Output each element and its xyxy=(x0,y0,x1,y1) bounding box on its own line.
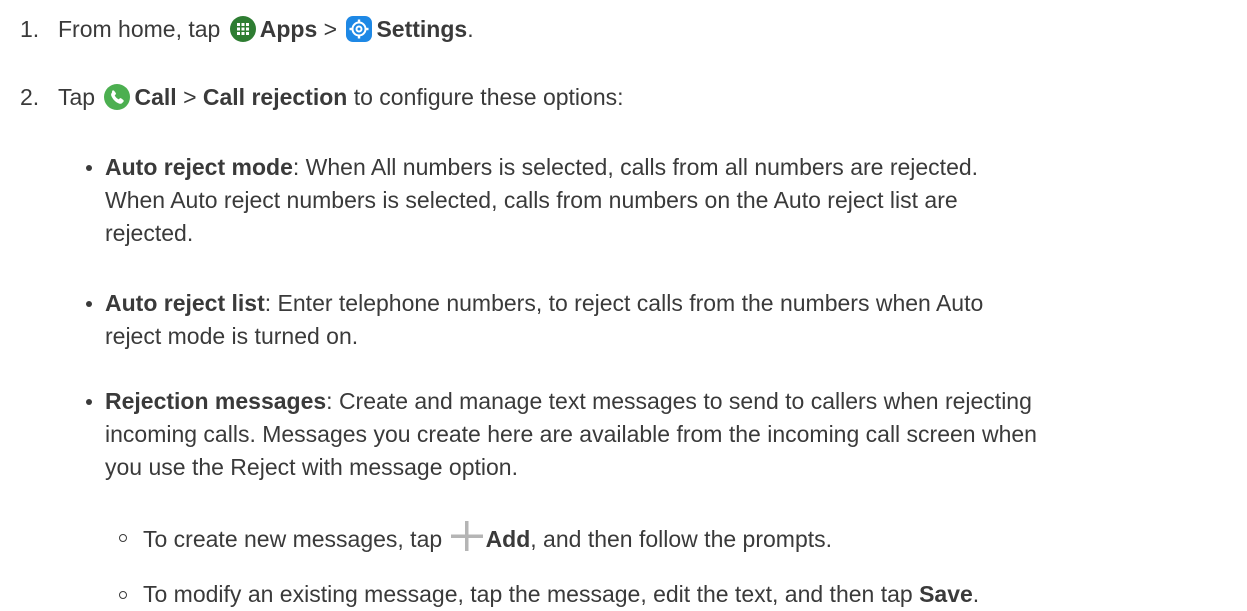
option-description: : Create and manage text messages to sen… xyxy=(326,388,1032,414)
subitem-prefix: To create new messages, tap xyxy=(143,526,443,552)
option-text: Auto reject list: Enter telephone number… xyxy=(105,287,1230,353)
step-suffix: . xyxy=(467,16,474,42)
option-description: When Auto reject numbers is selected, ca… xyxy=(105,187,958,213)
separator: > xyxy=(323,16,338,42)
add-label: Add xyxy=(485,526,531,552)
step-text: From home, tap Apps > Settings. xyxy=(58,13,474,52)
bullet-icon xyxy=(86,301,92,307)
step-prefix: From home, tap xyxy=(58,16,221,42)
circle-bullet-icon xyxy=(119,534,127,542)
step-number: 2. xyxy=(20,84,40,110)
step-text: Tap Call > Call rejection to configure t… xyxy=(58,81,624,120)
phone-call-icon xyxy=(103,83,131,120)
subitem-text: To modify an existing message, tap the m… xyxy=(143,578,979,611)
subitem-suffix: , and then follow the prompts. xyxy=(530,526,833,552)
step-number: 1. xyxy=(20,16,40,42)
separator: > xyxy=(183,84,197,110)
bullet-icon xyxy=(86,399,92,405)
step-prefix: Tap xyxy=(58,84,96,110)
option-term: Rejection messages xyxy=(105,388,327,414)
option-description: you use the Reject with message option. xyxy=(105,454,518,480)
subitem-prefix: To modify an existing message, tap the m… xyxy=(143,581,913,607)
option-description: rejected. xyxy=(105,220,194,246)
option-term: Auto reject list xyxy=(105,290,265,316)
step-suffix: to configure these options: xyxy=(353,84,624,110)
subitem-suffix: . xyxy=(972,581,980,607)
apps-label: Apps xyxy=(259,16,318,42)
call-rejection-label: Call rejection xyxy=(202,84,348,110)
option-description: : When All numbers is selected, calls fr… xyxy=(292,154,979,180)
bullet-icon xyxy=(86,165,92,171)
save-label: Save xyxy=(919,581,973,607)
option-term: Auto reject mode xyxy=(105,154,293,180)
option-description: : Enter telephone numbers, to reject cal… xyxy=(264,290,984,316)
subitem-text: To create new messages, tap Add, and the… xyxy=(143,521,832,560)
call-label: Call xyxy=(134,84,177,110)
apps-grid-icon xyxy=(229,15,257,52)
plus-icon xyxy=(450,521,483,560)
option-description: reject mode is turned on. xyxy=(105,323,359,349)
settings-label: Settings xyxy=(376,16,468,42)
settings-gear-icon xyxy=(345,15,373,52)
circle-bullet-icon xyxy=(119,591,127,599)
option-text: Auto reject mode: When All numbers is se… xyxy=(105,151,1230,250)
option-text: Rejection messages: Create and manage te… xyxy=(105,385,1230,484)
option-description: incoming calls. Messages you create here… xyxy=(105,421,1037,447)
